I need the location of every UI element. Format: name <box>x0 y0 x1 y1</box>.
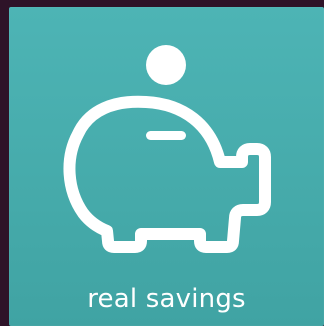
tile-label: real savings <box>87 284 246 314</box>
real-savings-tile[interactable]: real savings <box>9 7 324 326</box>
app-frame: real savings <box>0 0 324 326</box>
